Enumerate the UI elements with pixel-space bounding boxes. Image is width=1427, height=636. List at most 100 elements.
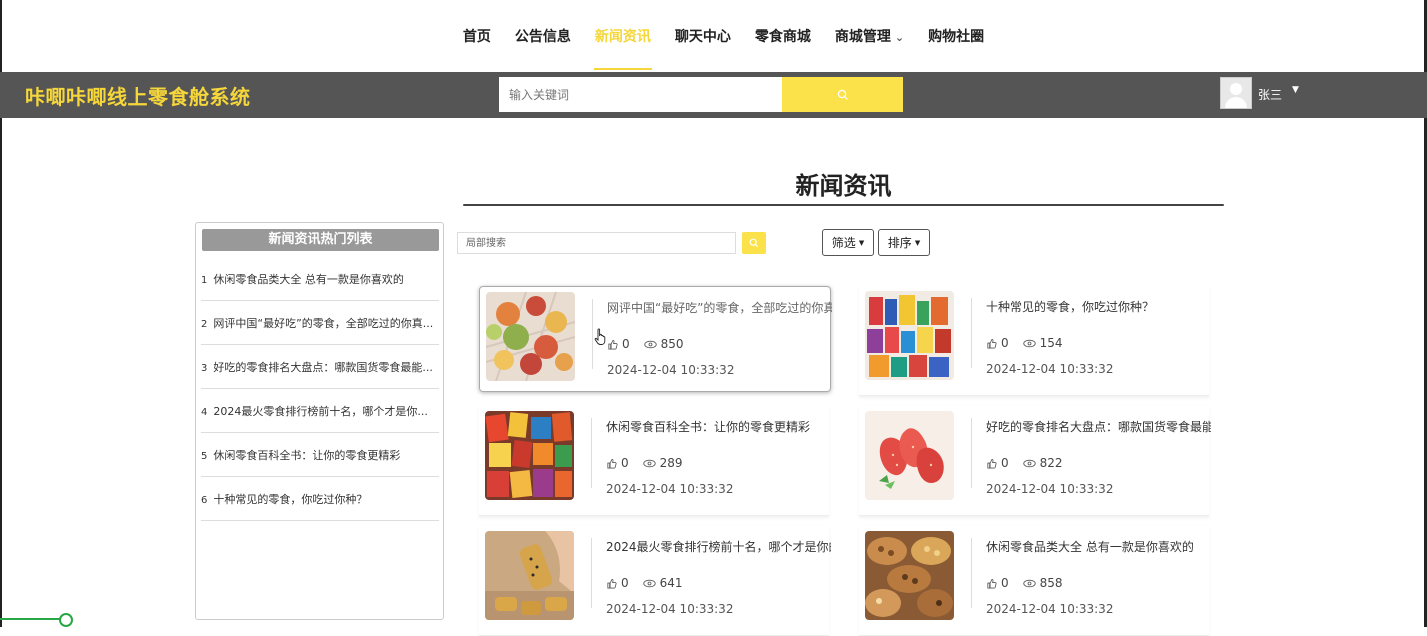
eye-icon (642, 459, 656, 467)
news-card[interactable]: 十种常见的零食，你吃过你种？ 0 154 2024-12-04 10:33:32 (859, 286, 1209, 396)
avatar[interactable] (1220, 77, 1252, 109)
thumbs-up-icon (607, 458, 617, 468)
view-count-group: 289 (642, 456, 683, 470)
sesame-snack-bar-image (485, 531, 574, 620)
news-card-stats: 0 641 (606, 576, 683, 590)
hot-news-text: 网评中国“最好吃”的零食，全部吃过的你真... (213, 316, 434, 330)
news-card[interactable]: 2024最火零食排行榜前十名，哪个才是你的 0 641 2024-12-04 1… (479, 526, 831, 636)
news-card-stats: 0 858 (986, 576, 1063, 590)
avatar-head-shape (1230, 83, 1242, 95)
caret-down-icon: ▼ (858, 238, 865, 247)
hot-news-index: 1 (201, 275, 208, 286)
hot-news-index: 4 (201, 407, 208, 418)
like-count: 0 (621, 576, 629, 590)
scroll-progress-dot[interactable] (59, 613, 73, 627)
sort-dropdown-button[interactable]: 排序 ▼ (878, 229, 930, 256)
header-bar: 咔唧咔唧线上零食舱系统 张三 ▼ (0, 72, 1427, 118)
local-search-input[interactable] (457, 232, 736, 254)
eye-icon (1022, 579, 1036, 587)
view-count: 289 (659, 456, 683, 470)
view-count: 858 (1039, 576, 1063, 590)
chevron-down-icon: ⌄ (894, 31, 905, 44)
news-card-title: 网评中国“最好吃”的零食，全部吃过的你真是 (607, 301, 832, 315)
nav-item-home[interactable]: 首页 (462, 26, 492, 46)
hot-news-text: 十种常见的零食，你吃过你种？ (213, 492, 368, 506)
nav-item-announcements[interactable]: 公告信息 (514, 26, 572, 46)
news-card-date: 2024-12-04 10:33:32 (607, 363, 735, 377)
hot-news-item[interactable]: 3 好吃的零食排名大盘点：哪款国货零食最能... (201, 345, 439, 389)
hot-news-index: 2 (201, 319, 208, 330)
nav-item-news[interactable]: 新闻资讯 (593, 26, 652, 70)
hot-news-text: 休闲零食品类大全 总有一款是你喜欢的 (213, 272, 404, 286)
news-card-date: 2024-12-04 10:33:32 (606, 482, 734, 496)
card-divider (591, 418, 592, 488)
view-count: 641 (659, 576, 683, 590)
caret-down-icon[interactable]: ▼ (1292, 85, 1299, 95)
nav-item-mall-management[interactable]: 商城管理 ⌄ (834, 26, 905, 46)
view-count: 154 (1039, 336, 1063, 350)
view-count-group: 154 (1022, 336, 1063, 350)
local-search-button[interactable] (742, 232, 766, 254)
news-card-date: 2024-12-04 10:33:32 (986, 602, 1114, 616)
hot-news-index: 6 (201, 495, 208, 506)
hand-cursor-icon (594, 328, 606, 345)
thumbs-up-icon (987, 458, 997, 468)
like-count: 0 (621, 456, 629, 470)
page-title: 新闻资讯 (795, 172, 892, 200)
hot-news-list: 1 休闲零食品类大全 总有一款是你喜欢的 2 网评中国“最好吃”的零食，全部吃过的你… (201, 257, 439, 521)
avatar-body-shape (1225, 97, 1247, 108)
nav-item-snack-mall[interactable]: 零食商城 (754, 26, 812, 46)
card-divider (971, 538, 972, 608)
thumbs-up-icon (607, 578, 617, 588)
like-count: 0 (622, 337, 630, 351)
freeze-dried-strawberry-image (865, 411, 954, 500)
thumbs-up-icon (987, 578, 997, 588)
top-navigation: 首页 公告信息 新闻资讯 聊天中心 零食商城 商城管理 ⌄ 购物社圈 (0, 0, 1427, 72)
card-divider (592, 299, 593, 369)
news-card-date: 2024-12-04 10:33:32 (986, 482, 1114, 496)
news-card[interactable]: 休闲零食百科全书：让你的零食更精彩 0 289 2024-12-04 10:33… (479, 406, 829, 516)
view-count-group: 822 (1022, 456, 1063, 470)
hot-news-item[interactable]: 5 休闲零食百科全书：让你的零食更精彩 (201, 433, 439, 477)
card-divider (971, 418, 972, 488)
news-card[interactable]: 好吃的零食排名大盘点：哪款国货零食最能 0 822 2024-12-04 10:… (859, 406, 1211, 516)
news-card[interactable]: 网评中国“最好吃”的零食，全部吃过的你真是 0 850 2024-12-04 1… (479, 286, 832, 392)
scroll-progress-line (0, 618, 62, 620)
hot-news-text: 好吃的零食排名大盘点：哪款国货零食最能... (213, 360, 433, 374)
view-count: 850 (660, 337, 684, 351)
news-card-title: 休闲零食品类大全 总有一款是你喜欢的 (986, 540, 1194, 554)
news-card-stats: 0 154 (986, 336, 1063, 350)
eye-icon (643, 340, 657, 348)
view-count-group: 858 (1022, 576, 1063, 590)
view-count-group: 850 (643, 337, 684, 351)
hot-news-item[interactable]: 6 十种常见的零食，你吃过你种？ (201, 477, 439, 521)
search-button[interactable] (782, 77, 903, 112)
news-card[interactable]: 休闲零食品类大全 总有一款是你喜欢的 0 858 2024-12-04 10:3… (859, 526, 1209, 636)
hot-news-item[interactable]: 1 休闲零食品类大全 总有一款是你喜欢的 (201, 257, 439, 301)
hot-news-text: 休闲零食百科全书：让你的零食更精彩 (213, 448, 401, 462)
nav-item-shopping-circle[interactable]: 购物社圈 (927, 26, 985, 46)
news-card-stats: 0 289 (606, 456, 683, 470)
like-count: 0 (1001, 456, 1009, 470)
thumbs-up-icon (608, 339, 618, 349)
view-count-group: 641 (642, 576, 683, 590)
nav-item-chat-center[interactable]: 聊天中心 (674, 26, 732, 46)
hot-news-index: 5 (201, 451, 208, 462)
title-divider (463, 204, 1224, 206)
news-card-date: 2024-12-04 10:33:32 (606, 602, 734, 616)
news-card-title: 好吃的零食排名大盘点：哪款国货零食最能 (986, 420, 1211, 434)
user-name[interactable]: 张三 (1258, 86, 1282, 103)
news-card-title: 休闲零食百科全书：让你的零食更精彩 (606, 420, 811, 434)
filter-label: 筛选 (831, 236, 856, 250)
site-brand[interactable]: 咔唧咔唧线上零食舱系统 (25, 81, 251, 110)
hot-news-item[interactable]: 4 2024最火零食排行榜前十名，哪个才是你... (201, 389, 439, 433)
dried-fruit-chips-image (486, 292, 575, 381)
like-count: 0 (1001, 336, 1009, 350)
hot-news-item[interactable]: 2 网评中国“最好吃”的零食，全部吃过的你真... (201, 301, 439, 345)
filter-dropdown-button[interactable]: 筛选 ▼ (822, 229, 874, 256)
like-count: 0 (1001, 576, 1009, 590)
thumbs-up-icon (987, 338, 997, 348)
search-input[interactable] (499, 77, 782, 112)
eye-icon (642, 579, 656, 587)
hot-news-index: 3 (201, 363, 208, 374)
